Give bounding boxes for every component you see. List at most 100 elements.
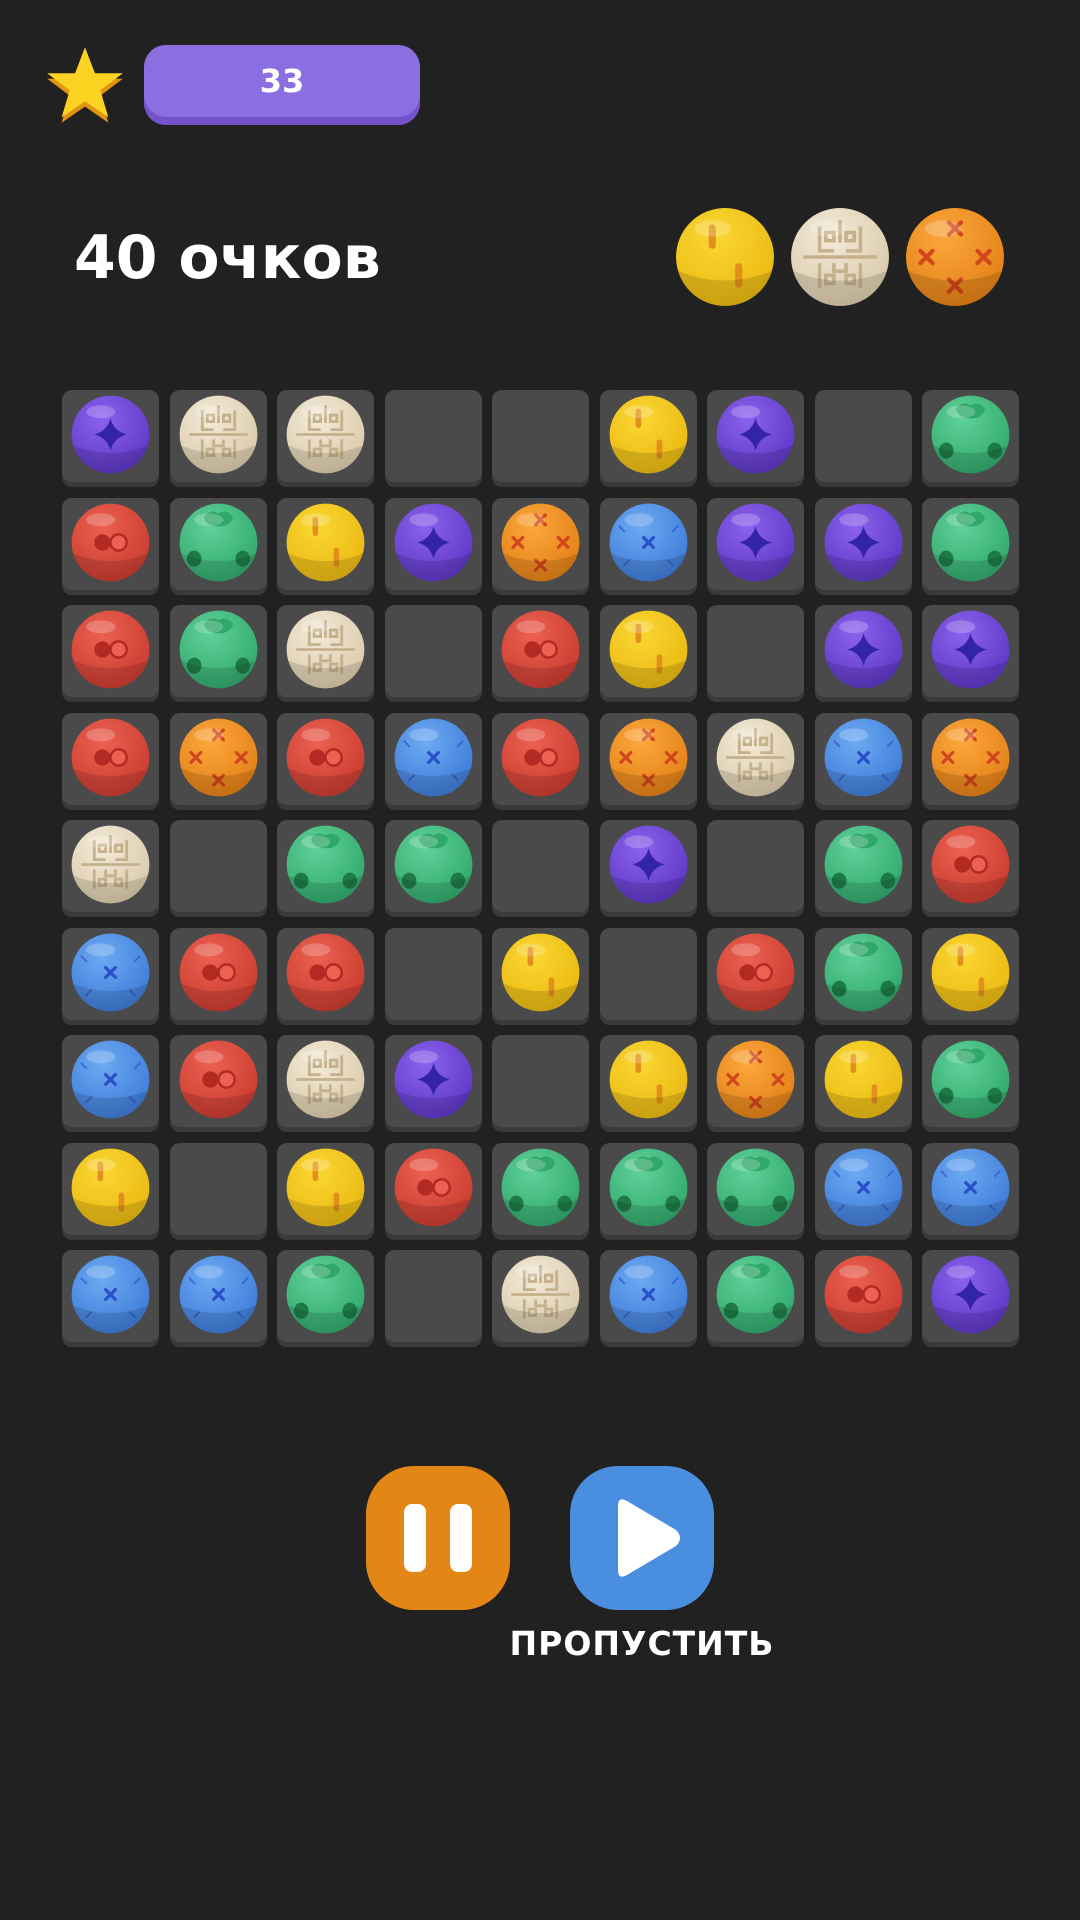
- board-cell-empty[interactable]: [170, 1143, 267, 1240]
- cream-ball-icon: [71, 825, 150, 904]
- board-cell-blue[interactable]: [170, 1250, 267, 1347]
- board-cell-red[interactable]: [492, 713, 589, 810]
- board-cell-yellow[interactable]: [62, 1143, 159, 1240]
- next-ball-orange: [904, 206, 1006, 308]
- board-cell-yellow[interactable]: [815, 1035, 912, 1132]
- board-cell-orange[interactable]: [170, 713, 267, 810]
- yellow-ball-icon: [71, 1148, 150, 1227]
- board-cell-empty[interactable]: [385, 390, 482, 487]
- board-cell-orange[interactable]: [707, 1035, 804, 1132]
- board-cell-red[interactable]: [277, 713, 374, 810]
- board-cell-purple[interactable]: [922, 1250, 1019, 1347]
- board-cell-blue[interactable]: [600, 498, 697, 595]
- board-cell-cream[interactable]: [277, 390, 374, 487]
- board-cell-orange[interactable]: [492, 498, 589, 595]
- purple-ball-icon: [394, 503, 473, 582]
- board-cell-blue[interactable]: [62, 928, 159, 1025]
- red-ball-icon: [179, 933, 258, 1012]
- board-cell-green[interactable]: [707, 1143, 804, 1240]
- board-cell-empty[interactable]: [707, 820, 804, 917]
- board-cell-yellow[interactable]: [600, 1035, 697, 1132]
- yellow-ball-icon: [824, 1040, 903, 1119]
- blue-ball-icon: [71, 1040, 150, 1119]
- board-cell-cream[interactable]: [170, 390, 267, 487]
- board-cell-yellow[interactable]: [600, 605, 697, 702]
- board-cell-red[interactable]: [492, 605, 589, 702]
- board-cell-blue[interactable]: [600, 1250, 697, 1347]
- board-cell-red[interactable]: [62, 713, 159, 810]
- board-cell-red[interactable]: [922, 820, 1019, 917]
- board-cell-empty[interactable]: [385, 928, 482, 1025]
- board-cell-empty[interactable]: [492, 820, 589, 917]
- board-cell-green[interactable]: [277, 820, 374, 917]
- board-cell-cream[interactable]: [277, 1035, 374, 1132]
- skip-label: ПРОПУСТИТЬ: [509, 1624, 775, 1663]
- board-cell-yellow[interactable]: [600, 390, 697, 487]
- board-cell-empty[interactable]: [170, 820, 267, 917]
- red-ball-icon: [286, 933, 365, 1012]
- board-cell-green[interactable]: [922, 498, 1019, 595]
- board-cell-red[interactable]: [170, 1035, 267, 1132]
- board-cell-empty[interactable]: [707, 605, 804, 702]
- green-ball-icon: [286, 825, 365, 904]
- purple-ball-icon: [931, 610, 1010, 689]
- board-cell-green[interactable]: [707, 1250, 804, 1347]
- blue-ball-icon: [71, 1255, 150, 1334]
- board-cell-red[interactable]: [707, 928, 804, 1025]
- board-cell-blue[interactable]: [385, 713, 482, 810]
- board-cell-red[interactable]: [62, 498, 159, 595]
- pause-button[interactable]: [366, 1466, 510, 1610]
- board-cell-green[interactable]: [492, 1143, 589, 1240]
- board-cell-empty[interactable]: [385, 605, 482, 702]
- board-cell-yellow[interactable]: [277, 1143, 374, 1240]
- board-cell-red[interactable]: [170, 928, 267, 1025]
- board-cell-purple[interactable]: [385, 1035, 482, 1132]
- board-cell-blue[interactable]: [62, 1035, 159, 1132]
- board-cell-empty[interactable]: [815, 390, 912, 487]
- yellow-ball-icon: [501, 933, 580, 1012]
- board-cell-yellow[interactable]: [492, 928, 589, 1025]
- board-cell-empty[interactable]: [385, 1250, 482, 1347]
- board-cell-empty[interactable]: [492, 390, 589, 487]
- skip-button[interactable]: [570, 1466, 714, 1610]
- board-cell-blue[interactable]: [62, 1250, 159, 1347]
- board-cell-orange[interactable]: [922, 713, 1019, 810]
- board-cell-red[interactable]: [277, 928, 374, 1025]
- board-cell-purple[interactable]: [600, 820, 697, 917]
- purple-ball-icon: [609, 825, 688, 904]
- board-cell-green[interactable]: [385, 820, 482, 917]
- board-cell-yellow[interactable]: [922, 928, 1019, 1025]
- board-cell-red[interactable]: [62, 605, 159, 702]
- board-cell-green[interactable]: [815, 928, 912, 1025]
- board-cell-blue[interactable]: [922, 1143, 1019, 1240]
- board-cell-cream[interactable]: [707, 713, 804, 810]
- board-cell-cream[interactable]: [62, 820, 159, 917]
- board-cell-purple[interactable]: [62, 390, 159, 487]
- board-cell-blue[interactable]: [815, 1143, 912, 1240]
- board-cell-purple[interactable]: [385, 498, 482, 595]
- board-cell-purple[interactable]: [815, 498, 912, 595]
- board-cell-blue[interactable]: [815, 713, 912, 810]
- board-cell-green[interactable]: [922, 390, 1019, 487]
- board-cell-cream[interactable]: [277, 605, 374, 702]
- board-cell-purple[interactable]: [707, 390, 804, 487]
- board-cell-empty[interactable]: [600, 928, 697, 1025]
- board-cell-empty[interactable]: [492, 1035, 589, 1132]
- board-cell-green[interactable]: [600, 1143, 697, 1240]
- red-ball-icon: [71, 610, 150, 689]
- board-cell-green[interactable]: [922, 1035, 1019, 1132]
- board-cell-purple[interactable]: [815, 605, 912, 702]
- score-value: 33: [259, 62, 305, 100]
- board-cell-green[interactable]: [170, 605, 267, 702]
- board-cell-red[interactable]: [815, 1250, 912, 1347]
- board-cell-cream[interactable]: [492, 1250, 589, 1347]
- board-cell-green[interactable]: [170, 498, 267, 595]
- board-cell-green[interactable]: [815, 820, 912, 917]
- red-ball-icon: [501, 610, 580, 689]
- board-cell-yellow[interactable]: [277, 498, 374, 595]
- board-cell-purple[interactable]: [922, 605, 1019, 702]
- board-cell-purple[interactable]: [707, 498, 804, 595]
- board-cell-orange[interactable]: [600, 713, 697, 810]
- board-cell-green[interactable]: [277, 1250, 374, 1347]
- board-cell-red[interactable]: [385, 1143, 482, 1240]
